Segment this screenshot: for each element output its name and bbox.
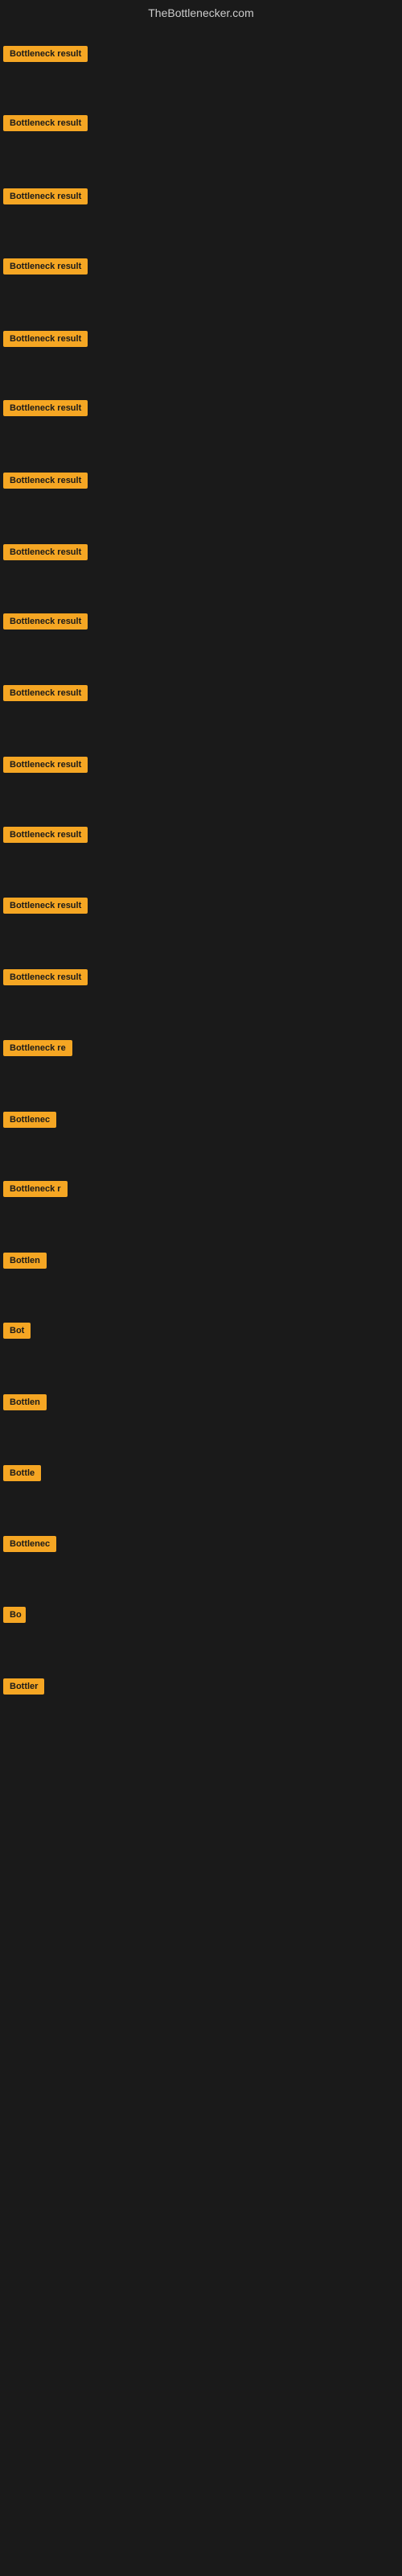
bottleneck-badge[interactable]: Bottleneck result xyxy=(3,969,88,985)
bottleneck-item: Bottleneck re xyxy=(3,1040,72,1060)
bottleneck-item: Bottleneck result xyxy=(3,757,88,777)
bottleneck-item: Bottleneck result xyxy=(3,46,88,66)
bottleneck-badge[interactable]: Bottleneck result xyxy=(3,898,88,914)
bottleneck-item: Bottleneck result xyxy=(3,188,88,208)
bottleneck-item: Bottle xyxy=(3,1465,41,1485)
bottleneck-badge[interactable]: Bottleneck result xyxy=(3,115,88,131)
bottleneck-badge[interactable]: Bottleneck result xyxy=(3,827,88,843)
bottleneck-item: Bottleneck result xyxy=(3,331,88,351)
bottleneck-item: Bottleneck r xyxy=(3,1181,68,1201)
bottleneck-badge[interactable]: Bottlen xyxy=(3,1253,47,1269)
site-title: TheBottlenecker.com xyxy=(148,6,254,19)
bottleneck-badge[interactable]: Bottleneck result xyxy=(3,188,88,204)
bottleneck-badge[interactable]: Bottleneck result xyxy=(3,757,88,773)
bottleneck-item: Bo xyxy=(3,1607,26,1627)
bottleneck-badge[interactable]: Bo xyxy=(3,1607,26,1623)
bottleneck-item: Bottleneck result xyxy=(3,258,88,279)
bottleneck-item: Bottleneck result xyxy=(3,613,88,634)
bottleneck-item: Bottleneck result xyxy=(3,969,88,989)
bottleneck-item: Bottleneck result xyxy=(3,473,88,493)
bottleneck-item: Bottlen xyxy=(3,1394,47,1414)
bottleneck-badge[interactable]: Bottler xyxy=(3,1678,44,1695)
bottleneck-badge[interactable]: Bot xyxy=(3,1323,31,1339)
bottleneck-item: Bottlen xyxy=(3,1253,47,1273)
bottleneck-badge[interactable]: Bottleneck result xyxy=(3,331,88,347)
bottleneck-badge[interactable]: Bottleneck result xyxy=(3,544,88,560)
bottleneck-badge[interactable]: Bottleneck r xyxy=(3,1181,68,1197)
page-wrapper: TheBottlenecker.com Bottleneck result Bot… xyxy=(0,0,402,2576)
bottleneck-badge[interactable]: Bottleneck result xyxy=(3,473,88,489)
bottleneck-badge[interactable]: Bottleneck result xyxy=(3,46,88,62)
bottleneck-item: Bottleneck result xyxy=(3,400,88,420)
bottleneck-item: Bot xyxy=(3,1323,31,1343)
bottleneck-badge[interactable]: Bottleneck re xyxy=(3,1040,72,1056)
bottleneck-badge[interactable]: Bottleneck result xyxy=(3,613,88,630)
bottleneck-badge[interactable]: Bottleneck result xyxy=(3,258,88,275)
bottleneck-badge[interactable]: Bottlenec xyxy=(3,1112,56,1128)
bottleneck-item: Bottleneck result xyxy=(3,898,88,918)
bottleneck-item: Bottleneck result xyxy=(3,685,88,705)
bottleneck-badge[interactable]: Bottlenec xyxy=(3,1536,56,1552)
bottleneck-item: Bottler xyxy=(3,1678,44,1699)
bottleneck-item: Bottleneck result xyxy=(3,544,88,564)
bottleneck-item: Bottlenec xyxy=(3,1112,56,1132)
bottleneck-badge[interactable]: Bottlen xyxy=(3,1394,47,1410)
bottleneck-item: Bottleneck result xyxy=(3,827,88,847)
bottleneck-item: Bottlenec xyxy=(3,1536,56,1556)
bottleneck-badge[interactable]: Bottleneck result xyxy=(3,400,88,416)
site-header: TheBottlenecker.com xyxy=(0,0,402,29)
bottleneck-badge[interactable]: Bottle xyxy=(3,1465,41,1481)
bottleneck-item: Bottleneck result xyxy=(3,115,88,135)
bottleneck-badge[interactable]: Bottleneck result xyxy=(3,685,88,701)
